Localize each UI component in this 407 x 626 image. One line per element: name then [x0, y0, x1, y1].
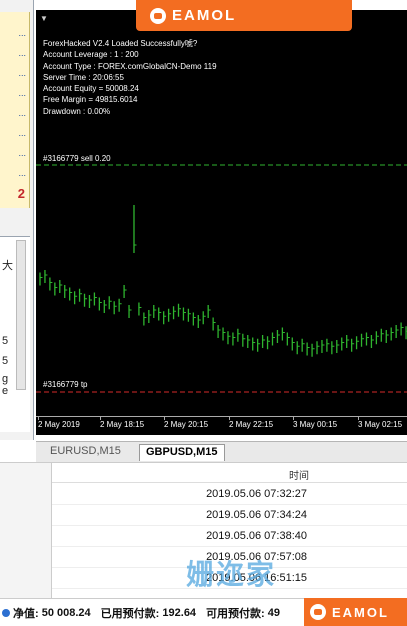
- time-tick-label: 2 May 20:15: [164, 420, 209, 429]
- info-line: Server Time : 20:06:55: [43, 72, 124, 82]
- cell-text: g: [2, 373, 9, 385]
- brand-logo-bottom: EAMOL: [304, 598, 407, 626]
- list-item[interactable]: ...: [18, 48, 26, 58]
- list-item[interactable]: ...: [18, 88, 26, 98]
- info-line: Account Leverage : 1 : 200: [43, 50, 139, 60]
- info-line: ForexHacked V2.4 Loaded Successfully唬?: [43, 39, 198, 48]
- margin-value: 192.64: [162, 606, 197, 619]
- cell-time: 2019.05.06 07:34:24: [206, 509, 307, 521]
- chart-tab-bar: EURUSD,M15 GBPUSD,M15: [36, 441, 407, 462]
- count-value: 2: [17, 186, 25, 201]
- info-line: Free Margin = 49815.6014: [43, 95, 138, 105]
- list-item[interactable]: ...: [18, 168, 26, 178]
- tab-gbpusd[interactable]: GBPUSD,M15: [139, 444, 225, 461]
- time-tick-label: 2 May 18:15: [100, 420, 145, 429]
- cell-text: e: [2, 385, 9, 397]
- free-margin-value: 49: [267, 606, 281, 619]
- time-tick-label: 2 May 22:15: [229, 420, 274, 429]
- logo-text: EAMOL: [332, 604, 389, 620]
- watermark: 姗迩家: [186, 559, 277, 590]
- list-item[interactable]: ...: [18, 108, 26, 118]
- cell-time: 2019.05.06 07:32:27: [206, 488, 307, 500]
- price-chart[interactable]: ▼ ForexHacked V2.4 Loaded Successfully唬?…: [36, 10, 407, 435]
- cell-text: 大: [2, 260, 13, 272]
- list-item[interactable]: ...: [18, 68, 26, 78]
- time-tick-label: 2 May 2019: [38, 420, 80, 429]
- brand-logo: EAMOL: [136, 0, 352, 31]
- cell-text: 5: [2, 355, 9, 367]
- equity-label: 净值:: [13, 607, 39, 620]
- list-item[interactable]: ...: [18, 28, 26, 38]
- equity-value: 50 008.24: [41, 606, 91, 619]
- navigator-panel: ... ... ... ... ... ... ... ... 2 大 5 5 …: [0, 0, 34, 440]
- cell-text: 5: [2, 335, 9, 347]
- list-item[interactable]: ...: [18, 128, 26, 138]
- table-row[interactable]: 2019.05.06 07:34:24: [52, 505, 407, 526]
- column-header-time[interactable]: 时间: [289, 467, 309, 482]
- balance-status-row: 净值: 50 008.24 已用预付款: 192.64 可用预付款: 49: [0, 598, 304, 626]
- scrollbar[interactable]: [16, 240, 26, 390]
- market-watch-list: ... ... ... ... ... ... ... ... 2: [0, 12, 30, 208]
- tab-eurusd[interactable]: EURUSD,M15: [44, 444, 127, 461]
- balance-icon: [2, 608, 10, 617]
- list-item[interactable]: ...: [18, 148, 26, 158]
- mt4-window: ... ... ... ... ... ... ... ... 2 大 5 5 …: [0, 0, 407, 626]
- free-margin-label: 可用预付款:: [206, 607, 265, 620]
- logo-text: EAMOL: [172, 7, 237, 24]
- cell-time: 2019.05.06 07:38:40: [206, 530, 307, 542]
- sell-order-label: #3166779 sell 0.20: [43, 154, 111, 163]
- info-line: Account Equity = 50008.24: [43, 84, 139, 94]
- margin-label: 已用预付款:: [100, 607, 160, 620]
- table-header: 时间: [52, 463, 407, 483]
- take-profit-label: #3166779 tp: [43, 380, 88, 389]
- time-axis: 2 May 2019 2 May 18:15 2 May 20:15 2 May…: [36, 416, 407, 435]
- ea-info-panel: ForexHacked V2.4 Loaded Successfully唬? A…: [43, 38, 217, 117]
- info-line: Drawdown : 0.00%: [43, 106, 111, 116]
- logo-icon: [310, 604, 326, 620]
- table-row[interactable]: 2019.05.06 07:32:27: [52, 484, 407, 505]
- table-row[interactable]: 2019.05.06 07:38:40: [52, 526, 407, 547]
- terminal-side-strip: [0, 463, 52, 599]
- logo-icon: [150, 7, 166, 24]
- time-tick-label: 3 May 00:15: [293, 420, 338, 429]
- time-tick-label: 3 May 02:15: [358, 420, 403, 429]
- info-line: Account Type : FOREX.comGlobalCN-Demo 11…: [43, 61, 217, 71]
